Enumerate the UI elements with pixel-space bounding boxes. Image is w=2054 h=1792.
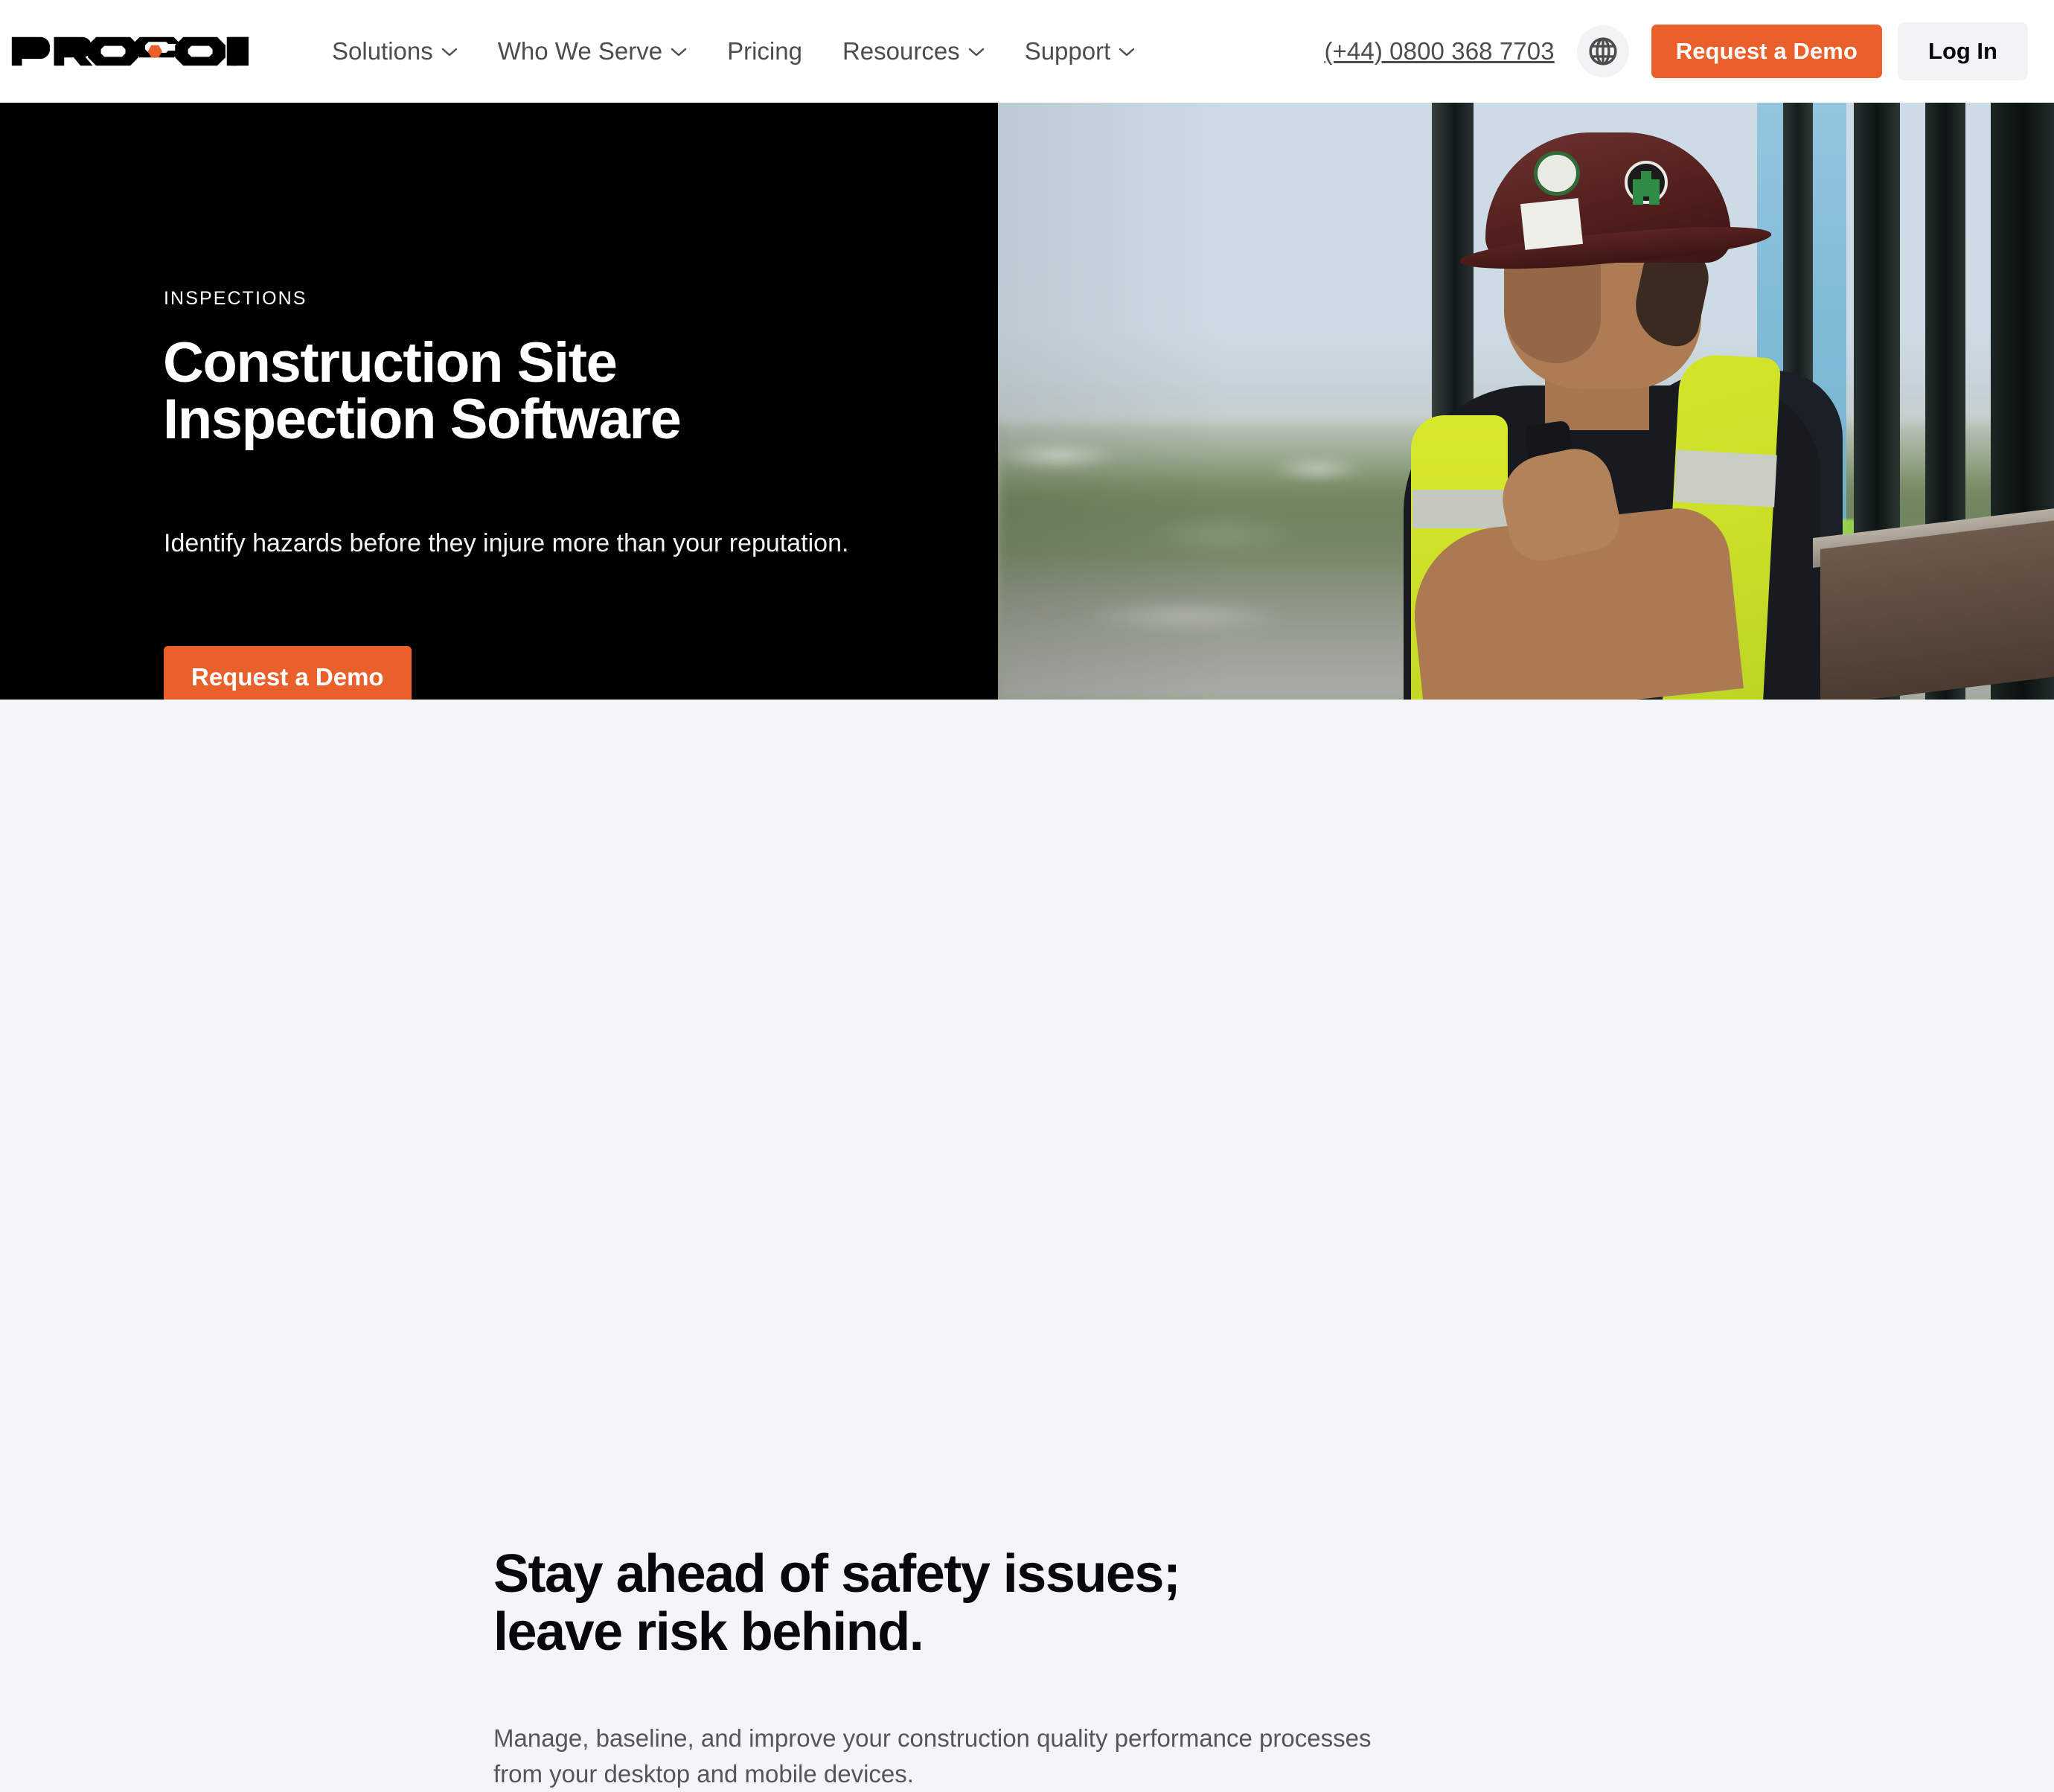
section-title-line-1: Stay ahead of safety issues; xyxy=(493,1544,1181,1604)
hero-image-crate xyxy=(1820,519,2054,700)
chevron-down-icon xyxy=(671,48,687,56)
hero-title-line-2: Inspection Software xyxy=(163,388,682,451)
procore-logo[interactable] xyxy=(10,34,249,68)
request-demo-button-header[interactable]: Request a Demo xyxy=(1651,25,1883,78)
nav-item-support[interactable]: Support xyxy=(1005,29,1156,74)
nav-label: Who We Serve xyxy=(497,37,663,65)
chevron-down-icon xyxy=(441,48,457,56)
nav-label: Support xyxy=(1024,37,1111,65)
nav-item-solutions[interactable]: Solutions xyxy=(312,29,478,74)
site-header: Solutions Who We Serve Pricing Resources… xyxy=(0,0,2054,103)
hero-image xyxy=(998,103,2054,700)
nav-label: Pricing xyxy=(727,37,802,65)
main-navigation: Solutions Who We Serve Pricing Resources… xyxy=(312,29,1155,74)
language-selector-button[interactable] xyxy=(1576,25,1629,77)
nav-label: Resources xyxy=(842,37,960,65)
nav-label: Solutions xyxy=(332,37,433,65)
hero-subtitle: Identify hazards before they injure more… xyxy=(164,529,849,557)
header-actions: (+44) 0800 368 7703 Request a Demo Log I… xyxy=(1324,0,2054,103)
nav-item-who-we-serve[interactable]: Who We Serve xyxy=(478,29,707,74)
chevron-down-icon xyxy=(1119,48,1135,56)
request-demo-button-hero[interactable]: Request a Demo xyxy=(164,646,412,700)
procore-logo-icon xyxy=(11,36,249,66)
hero-title: Construction Site Inspection Software xyxy=(163,335,937,448)
hero-image-helmet-sticker xyxy=(1534,151,1580,196)
section-title: Stay ahead of safety issues; leave risk b… xyxy=(493,1544,1535,1662)
nav-item-resources[interactable]: Resources xyxy=(822,29,1005,74)
phone-number-link[interactable]: (+44) 0800 368 7703 xyxy=(1324,37,1554,65)
value-prop-section: Stay ahead of safety issues; leave risk b… xyxy=(0,700,2054,1788)
nav-item-pricing[interactable]: Pricing xyxy=(707,29,822,74)
section-body-text: Manage, baseline, and improve your const… xyxy=(493,1724,1372,1788)
hero-title-line-1: Construction Site xyxy=(163,331,618,394)
hero-eyebrow: INSPECTIONS xyxy=(164,288,307,309)
hero-image-helmet-sticker xyxy=(1520,198,1584,250)
login-button[interactable]: Log In xyxy=(1898,22,2028,80)
globe-icon xyxy=(1589,37,1617,65)
section-title-line-2: leave risk behind. xyxy=(493,1601,924,1662)
chevron-down-icon xyxy=(968,48,984,56)
hero-section: INSPECTIONS Construction Site Inspection … xyxy=(0,103,2054,700)
hero-image-worker xyxy=(1374,103,1895,700)
hero-image-helmet-sticker xyxy=(1625,161,1668,204)
